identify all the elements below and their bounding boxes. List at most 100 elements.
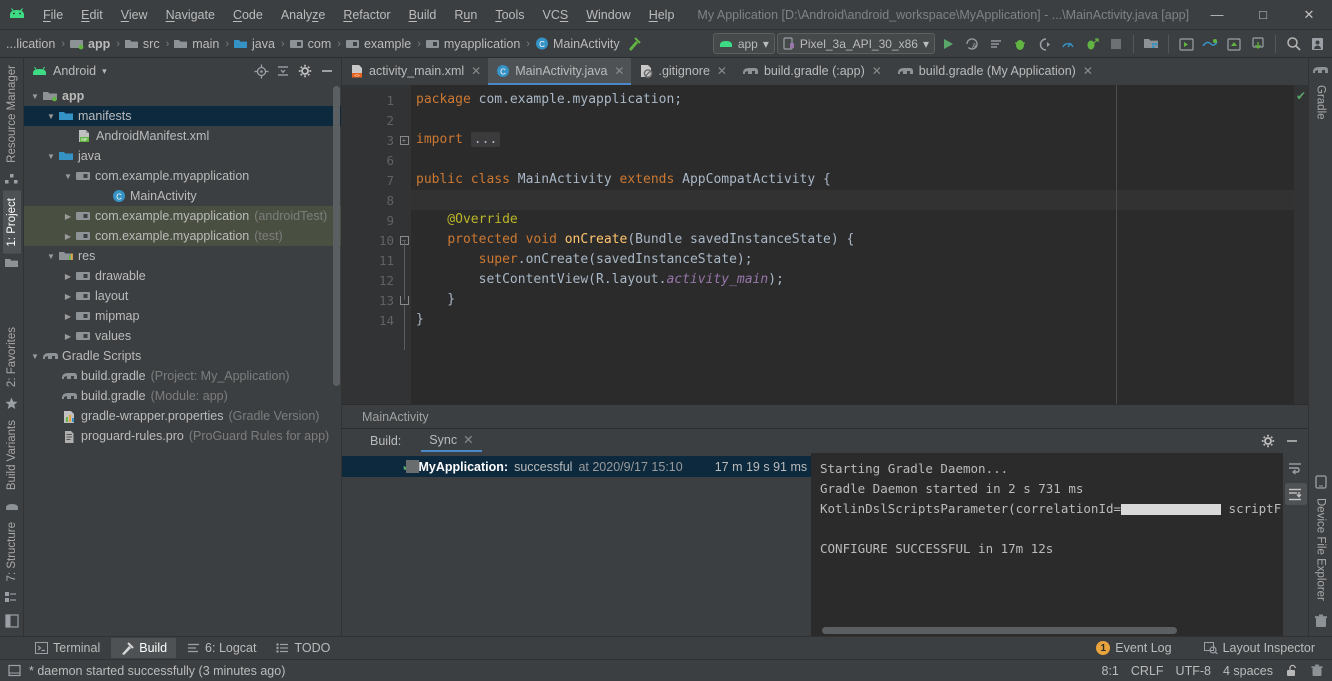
tab-gitignore[interactable]: .gitignore ✕: [631, 58, 734, 85]
profiler-icon[interactable]: [1057, 33, 1079, 55]
build-tab-sync[interactable]: Sync ✕: [421, 430, 482, 452]
tree-item-mainactivity[interactable]: C MainActivity: [24, 186, 341, 206]
expand-imports-icon[interactable]: +: [399, 135, 409, 145]
build-hammer-icon[interactable]: [623, 33, 645, 55]
project-structure-icon[interactable]: [1223, 33, 1245, 55]
minimize-button[interactable]: —: [1194, 0, 1240, 29]
tree-item-androidmanifest-xml[interactable]: MF AndroidManifest.xml: [24, 126, 341, 146]
locate-file-icon[interactable]: [251, 61, 271, 81]
toolwindow-build[interactable]: Build: [111, 638, 177, 658]
tab-mainactivity-java[interactable]: C MainActivity.java ✕: [488, 58, 632, 85]
breadcrumb-item-com[interactable]: com: [288, 30, 335, 57]
tree-twisty[interactable]: ▼: [28, 92, 42, 101]
memory-indicator-icon[interactable]: [8, 664, 21, 677]
breadcrumb-item-mainactivity[interactable]: C MainActivity: [533, 30, 623, 57]
settings-gear-icon[interactable]: [295, 61, 315, 81]
breadcrumb-item-java[interactable]: java: [232, 30, 278, 57]
breadcrumb-item-myapplication[interactable]: myapplication: [424, 30, 523, 57]
menu-item-help[interactable]: Help: [640, 4, 684, 26]
project-tree[interactable]: ▼ app ▼ manifests MF AndroidManifest.xml: [24, 84, 341, 636]
toolwindow-terminal[interactable]: Terminal: [26, 638, 109, 658]
tree-twisty[interactable]: ▶: [61, 292, 75, 301]
editor-scroll-area[interactable]: package com.example.myapplication; impor…: [411, 85, 1294, 404]
project-view-selector[interactable]: Android ▾: [32, 64, 107, 78]
run-with-coverage-icon[interactable]: [1033, 33, 1055, 55]
run-button[interactable]: [937, 33, 959, 55]
toolwindow-todo[interactable]: TODO: [267, 638, 339, 658]
device-selector[interactable]: Pixel_3a_API_30_x86 ▾: [776, 33, 935, 54]
menu-item-build[interactable]: Build: [400, 4, 446, 26]
tree-item-build-gradle-module[interactable]: build.gradle (Module: app): [24, 386, 341, 406]
attach-debugger-icon[interactable]: [1081, 33, 1103, 55]
collapse-all-icon[interactable]: [273, 61, 293, 81]
close-button[interactable]: ✕: [1286, 0, 1332, 29]
menu-item-run[interactable]: Run: [445, 4, 486, 26]
editor-breadcrumb[interactable]: MainActivity: [342, 404, 1308, 428]
sidebar-item-resource-manager[interactable]: Resource Manager: [3, 58, 21, 170]
tree-twisty[interactable]: ▼: [44, 252, 58, 261]
tab-build-gradle-project[interactable]: build.gradle (My Application) ✕: [889, 58, 1100, 85]
scroll-to-end-icon[interactable]: [1284, 483, 1307, 505]
line-separator[interactable]: CRLF: [1131, 664, 1164, 678]
breadcrumb-item-project[interactable]: ...lication: [0, 30, 58, 57]
tree-item-res[interactable]: ▼ res: [24, 246, 341, 266]
tree-item-package-main[interactable]: ▼ com.example.myapplication: [24, 166, 341, 186]
build-result-tree[interactable]: ✔ MyApplication: successful at 2020/9/17…: [342, 453, 812, 636]
console-horizontal-scrollbar[interactable]: [822, 627, 1177, 634]
caret-position[interactable]: 8:1: [1102, 664, 1119, 678]
tab-build-gradle-app[interactable]: build.gradle (:app) ✕: [734, 58, 889, 85]
tree-twisty[interactable]: ▶: [61, 272, 75, 281]
tree-item-mipmap[interactable]: ▶ mipmap: [24, 306, 341, 326]
stop-button[interactable]: [1105, 33, 1127, 55]
close-icon[interactable]: ✕: [872, 64, 882, 78]
tree-item-manifests[interactable]: ▼ manifests: [24, 106, 341, 126]
project-tree-scrollbar[interactable]: [333, 86, 340, 386]
sidebar-item-device-file-explorer[interactable]: Device File Explorer: [1312, 491, 1330, 608]
tree-item-proguard-rules[interactable]: proguard-rules.pro (ProGuard Rules for a…: [24, 426, 341, 446]
apply-code-changes-icon[interactable]: [985, 33, 1007, 55]
code-folding-gutter[interactable]: + −: [397, 85, 411, 404]
event-log-button[interactable]: 1 Event Log: [1087, 638, 1180, 658]
close-icon[interactable]: ✕: [471, 64, 481, 78]
close-icon[interactable]: ✕: [717, 64, 727, 78]
code-text[interactable]: package com.example.myapplication; impor…: [411, 85, 1294, 404]
hide-panel-icon[interactable]: [1282, 431, 1302, 451]
menu-item-analyze[interactable]: Analyze: [272, 4, 334, 26]
layout-inspector-button[interactable]: Layout Inspector: [1195, 638, 1324, 658]
breadcrumb-item-src[interactable]: src: [123, 30, 163, 57]
apply-changes-icon[interactable]: A: [961, 33, 983, 55]
device-file-icon[interactable]: [1247, 33, 1269, 55]
tree-twisty[interactable]: ▼: [28, 352, 42, 361]
tree-item-package-test[interactable]: ▶ com.example.myapplication (test): [24, 226, 341, 246]
build-console-output[interactable]: Starting Gradle Daemon... Gradle Daemon …: [812, 453, 1282, 636]
tab-activity-main-xml[interactable]: <> activity_main.xml ✕: [342, 58, 488, 85]
close-icon[interactable]: ✕: [463, 432, 473, 447]
breadcrumb-item-main[interactable]: main: [172, 30, 222, 57]
tree-item-layout[interactable]: ▶ layout: [24, 286, 341, 306]
tree-item-gradle-scripts[interactable]: ▼ Gradle Scripts: [24, 346, 341, 366]
menu-item-navigate[interactable]: Navigate: [157, 4, 224, 26]
soft-wrap-icon[interactable]: [1285, 457, 1307, 479]
breadcrumb-item-example[interactable]: example: [344, 30, 414, 57]
tree-item-package-androidtest[interactable]: ▶ com.example.myapplication (androidTest…: [24, 206, 341, 226]
tree-twisty[interactable]: ▶: [61, 212, 75, 221]
sidebar-item-build-variants[interactable]: Build Variants: [3, 413, 21, 497]
sidebar-item-favorites[interactable]: 2: Favorites: [3, 320, 21, 394]
error-stripe-gutter[interactable]: ✔: [1294, 85, 1308, 404]
tree-twisty[interactable]: ▼: [61, 172, 75, 181]
maximize-button[interactable]: □: [1240, 0, 1286, 29]
close-icon[interactable]: ✕: [1083, 64, 1093, 78]
menu-item-vcs[interactable]: VCS: [534, 4, 578, 26]
sdk-manager-icon[interactable]: [1175, 33, 1197, 55]
tree-item-gradle-wrapper-properties[interactable]: gradle-wrapper.properties (Gradle Versio…: [24, 406, 341, 426]
code-editor[interactable]: 1 2 3 6 7 8 9 10 11 12 13 14 + package c…: [342, 85, 1308, 404]
menu-item-refactor[interactable]: Refactor: [334, 4, 399, 26]
trash-icon[interactable]: [1310, 664, 1324, 677]
run-configuration-selector[interactable]: app ▾: [712, 33, 775, 54]
menu-item-code[interactable]: Code: [224, 4, 272, 26]
tree-twisty[interactable]: ▼: [44, 112, 58, 121]
toggle-sidebar-icon[interactable]: [4, 609, 19, 636]
sync-gradle-icon[interactable]: [1199, 33, 1221, 55]
tree-item-values[interactable]: ▶ values: [24, 326, 341, 346]
toolwindow-logcat[interactable]: 6: Logcat: [178, 638, 265, 658]
